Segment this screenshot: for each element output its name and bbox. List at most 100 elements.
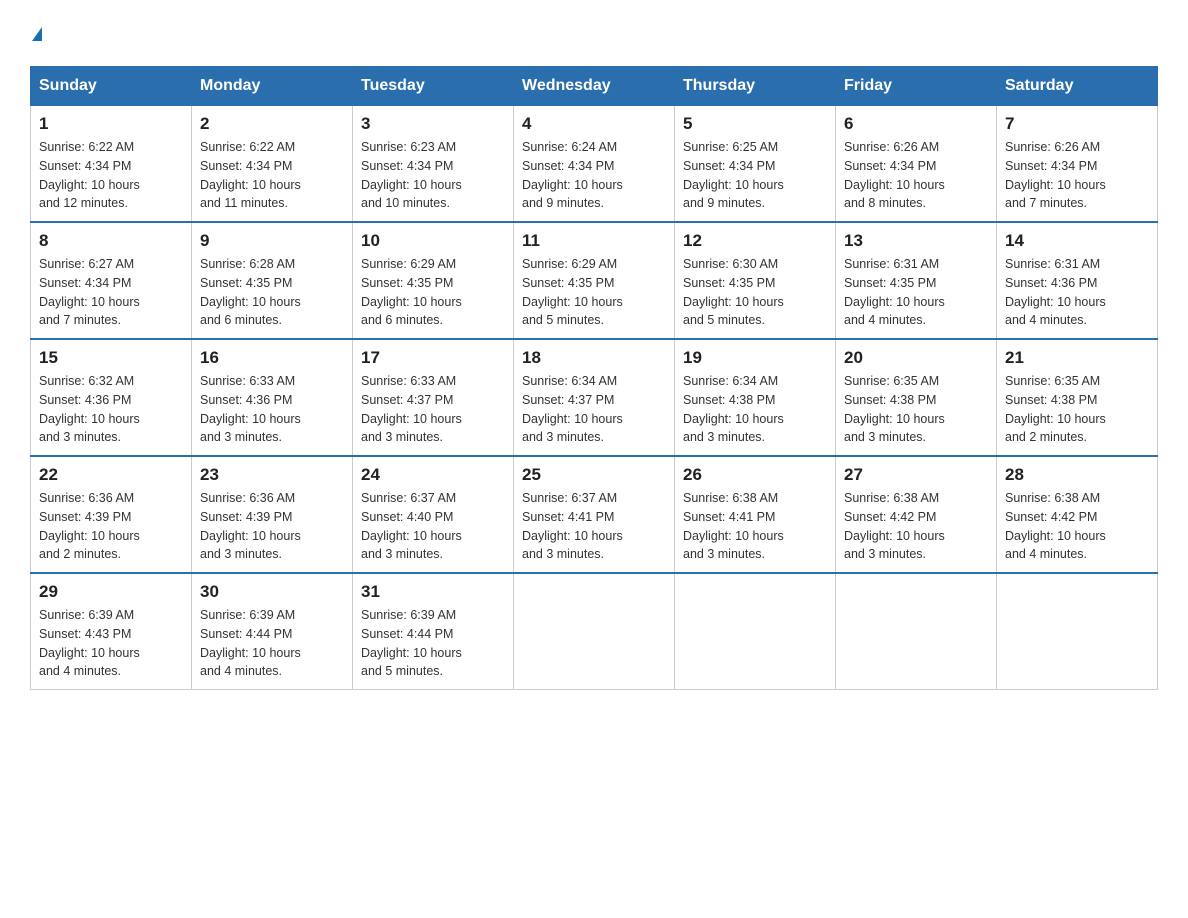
calendar-header-thursday: Thursday — [675, 67, 836, 106]
day-number: 20 — [844, 348, 988, 368]
calendar-header-monday: Monday — [192, 67, 353, 106]
calendar-cell: 24 Sunrise: 6:37 AMSunset: 4:40 PMDayligh… — [353, 456, 514, 573]
calendar-table: SundayMondayTuesdayWednesdayThursdayFrid… — [30, 66, 1158, 690]
calendar-cell: 28 Sunrise: 6:38 AMSunset: 4:42 PMDayligh… — [997, 456, 1158, 573]
day-info: Sunrise: 6:36 AMSunset: 4:39 PMDaylight:… — [200, 489, 344, 564]
calendar-cell — [514, 573, 675, 690]
day-info: Sunrise: 6:39 AMSunset: 4:43 PMDaylight:… — [39, 606, 183, 681]
logo-triangle-icon — [32, 27, 42, 41]
day-number: 26 — [683, 465, 827, 485]
calendar-week-row: 15 Sunrise: 6:32 AMSunset: 4:36 PMDayligh… — [31, 339, 1158, 456]
day-number: 12 — [683, 231, 827, 251]
day-number: 1 — [39, 114, 183, 134]
calendar-week-row: 1 Sunrise: 6:22 AMSunset: 4:34 PMDaylight… — [31, 106, 1158, 223]
day-info: Sunrise: 6:32 AMSunset: 4:36 PMDaylight:… — [39, 372, 183, 447]
day-number: 15 — [39, 348, 183, 368]
day-number: 18 — [522, 348, 666, 368]
day-number: 7 — [1005, 114, 1149, 134]
page-header — [30, 20, 1158, 46]
day-number: 28 — [1005, 465, 1149, 485]
day-number: 13 — [844, 231, 988, 251]
day-info: Sunrise: 6:37 AMSunset: 4:41 PMDaylight:… — [522, 489, 666, 564]
calendar-cell: 29 Sunrise: 6:39 AMSunset: 4:43 PMDayligh… — [31, 573, 192, 690]
day-number: 27 — [844, 465, 988, 485]
day-number: 3 — [361, 114, 505, 134]
calendar-cell: 17 Sunrise: 6:33 AMSunset: 4:37 PMDayligh… — [353, 339, 514, 456]
calendar-cell: 22 Sunrise: 6:36 AMSunset: 4:39 PMDayligh… — [31, 456, 192, 573]
day-info: Sunrise: 6:27 AMSunset: 4:34 PMDaylight:… — [39, 255, 183, 330]
day-number: 30 — [200, 582, 344, 602]
day-info: Sunrise: 6:38 AMSunset: 4:42 PMDaylight:… — [1005, 489, 1149, 564]
calendar-cell: 6 Sunrise: 6:26 AMSunset: 4:34 PMDaylight… — [836, 106, 997, 223]
calendar-cell: 13Sunrise: 6:31 AMSunset: 4:35 PMDayligh… — [836, 222, 997, 339]
day-info: Sunrise: 6:25 AMSunset: 4:34 PMDaylight:… — [683, 138, 827, 213]
calendar-cell: 3 Sunrise: 6:23 AMSunset: 4:34 PMDaylight… — [353, 106, 514, 223]
day-number: 9 — [200, 231, 344, 251]
calendar-cell: 14 Sunrise: 6:31 AMSunset: 4:36 PMDayligh… — [997, 222, 1158, 339]
calendar-header-sunday: Sunday — [31, 67, 192, 106]
calendar-cell — [997, 573, 1158, 690]
day-number: 2 — [200, 114, 344, 134]
calendar-cell: 1Sunrise: 6:22 AMSunset: 4:34 PMDaylight… — [31, 106, 192, 223]
calendar-cell: 5 Sunrise: 6:25 AMSunset: 4:34 PMDaylight… — [675, 106, 836, 223]
calendar-cell: 20 Sunrise: 6:35 AMSunset: 4:38 PMDayligh… — [836, 339, 997, 456]
calendar-cell: 16Sunrise: 6:33 AMSunset: 4:36 PMDayligh… — [192, 339, 353, 456]
calendar-week-row: 29 Sunrise: 6:39 AMSunset: 4:43 PMDayligh… — [31, 573, 1158, 690]
calendar-cell: 7 Sunrise: 6:26 AMSunset: 4:34 PMDaylight… — [997, 106, 1158, 223]
day-info: Sunrise: 6:39 AMSunset: 4:44 PMDaylight:… — [200, 606, 344, 681]
calendar-header-tuesday: Tuesday — [353, 67, 514, 106]
day-number: 31 — [361, 582, 505, 602]
day-info: Sunrise: 6:33 AMSunset: 4:37 PMDaylight:… — [361, 372, 505, 447]
calendar-header-saturday: Saturday — [997, 67, 1158, 106]
day-info: Sunrise: 6:26 AMSunset: 4:34 PMDaylight:… — [1005, 138, 1149, 213]
calendar-cell: 11Sunrise: 6:29 AMSunset: 4:35 PMDayligh… — [514, 222, 675, 339]
day-info: Sunrise: 6:30 AMSunset: 4:35 PMDaylight:… — [683, 255, 827, 330]
calendar-cell: 4 Sunrise: 6:24 AMSunset: 4:34 PMDaylight… — [514, 106, 675, 223]
logo — [30, 20, 42, 46]
day-number: 6 — [844, 114, 988, 134]
day-info: Sunrise: 6:34 AMSunset: 4:37 PMDaylight:… — [522, 372, 666, 447]
day-number: 23 — [200, 465, 344, 485]
calendar-cell: 12 Sunrise: 6:30 AMSunset: 4:35 PMDayligh… — [675, 222, 836, 339]
calendar-cell — [836, 573, 997, 690]
day-number: 14 — [1005, 231, 1149, 251]
calendar-cell: 21 Sunrise: 6:35 AMSunset: 4:38 PMDayligh… — [997, 339, 1158, 456]
day-info: Sunrise: 6:33 AMSunset: 4:36 PMDaylight:… — [200, 372, 344, 447]
day-info: Sunrise: 6:34 AMSunset: 4:38 PMDaylight:… — [683, 372, 827, 447]
calendar-cell: 31Sunrise: 6:39 AMSunset: 4:44 PMDayligh… — [353, 573, 514, 690]
calendar-week-row: 22 Sunrise: 6:36 AMSunset: 4:39 PMDayligh… — [31, 456, 1158, 573]
day-info: Sunrise: 6:24 AMSunset: 4:34 PMDaylight:… — [522, 138, 666, 213]
calendar-cell: 25 Sunrise: 6:37 AMSunset: 4:41 PMDayligh… — [514, 456, 675, 573]
day-info: Sunrise: 6:38 AMSunset: 4:42 PMDaylight:… — [844, 489, 988, 564]
calendar-header-friday: Friday — [836, 67, 997, 106]
day-info: Sunrise: 6:36 AMSunset: 4:39 PMDaylight:… — [39, 489, 183, 564]
calendar-cell: 9Sunrise: 6:28 AMSunset: 4:35 PMDaylight… — [192, 222, 353, 339]
day-info: Sunrise: 6:29 AMSunset: 4:35 PMDaylight:… — [361, 255, 505, 330]
day-info: Sunrise: 6:35 AMSunset: 4:38 PMDaylight:… — [1005, 372, 1149, 447]
day-info: Sunrise: 6:23 AMSunset: 4:34 PMDaylight:… — [361, 138, 505, 213]
calendar-cell: 10Sunrise: 6:29 AMSunset: 4:35 PMDayligh… — [353, 222, 514, 339]
day-info: Sunrise: 6:38 AMSunset: 4:41 PMDaylight:… — [683, 489, 827, 564]
day-number: 19 — [683, 348, 827, 368]
day-number: 29 — [39, 582, 183, 602]
day-info: Sunrise: 6:31 AMSunset: 4:36 PMDaylight:… — [1005, 255, 1149, 330]
calendar-cell: 30 Sunrise: 6:39 AMSunset: 4:44 PMDayligh… — [192, 573, 353, 690]
day-number: 4 — [522, 114, 666, 134]
day-info: Sunrise: 6:35 AMSunset: 4:38 PMDaylight:… — [844, 372, 988, 447]
day-number: 24 — [361, 465, 505, 485]
calendar-cell: 23 Sunrise: 6:36 AMSunset: 4:39 PMDayligh… — [192, 456, 353, 573]
day-number: 5 — [683, 114, 827, 134]
day-number: 22 — [39, 465, 183, 485]
day-number: 21 — [1005, 348, 1149, 368]
day-info: Sunrise: 6:26 AMSunset: 4:34 PMDaylight:… — [844, 138, 988, 213]
calendar-cell: 8 Sunrise: 6:27 AMSunset: 4:34 PMDaylight… — [31, 222, 192, 339]
calendar-cell: 26 Sunrise: 6:38 AMSunset: 4:41 PMDayligh… — [675, 456, 836, 573]
day-number: 8 — [39, 231, 183, 251]
day-number: 17 — [361, 348, 505, 368]
day-number: 25 — [522, 465, 666, 485]
logo-top-line — [30, 20, 42, 46]
day-info: Sunrise: 6:22 AMSunset: 4:34 PMDaylight:… — [200, 138, 344, 213]
calendar-cell — [675, 573, 836, 690]
day-info: Sunrise: 6:37 AMSunset: 4:40 PMDaylight:… — [361, 489, 505, 564]
calendar-cell: 27 Sunrise: 6:38 AMSunset: 4:42 PMDayligh… — [836, 456, 997, 573]
